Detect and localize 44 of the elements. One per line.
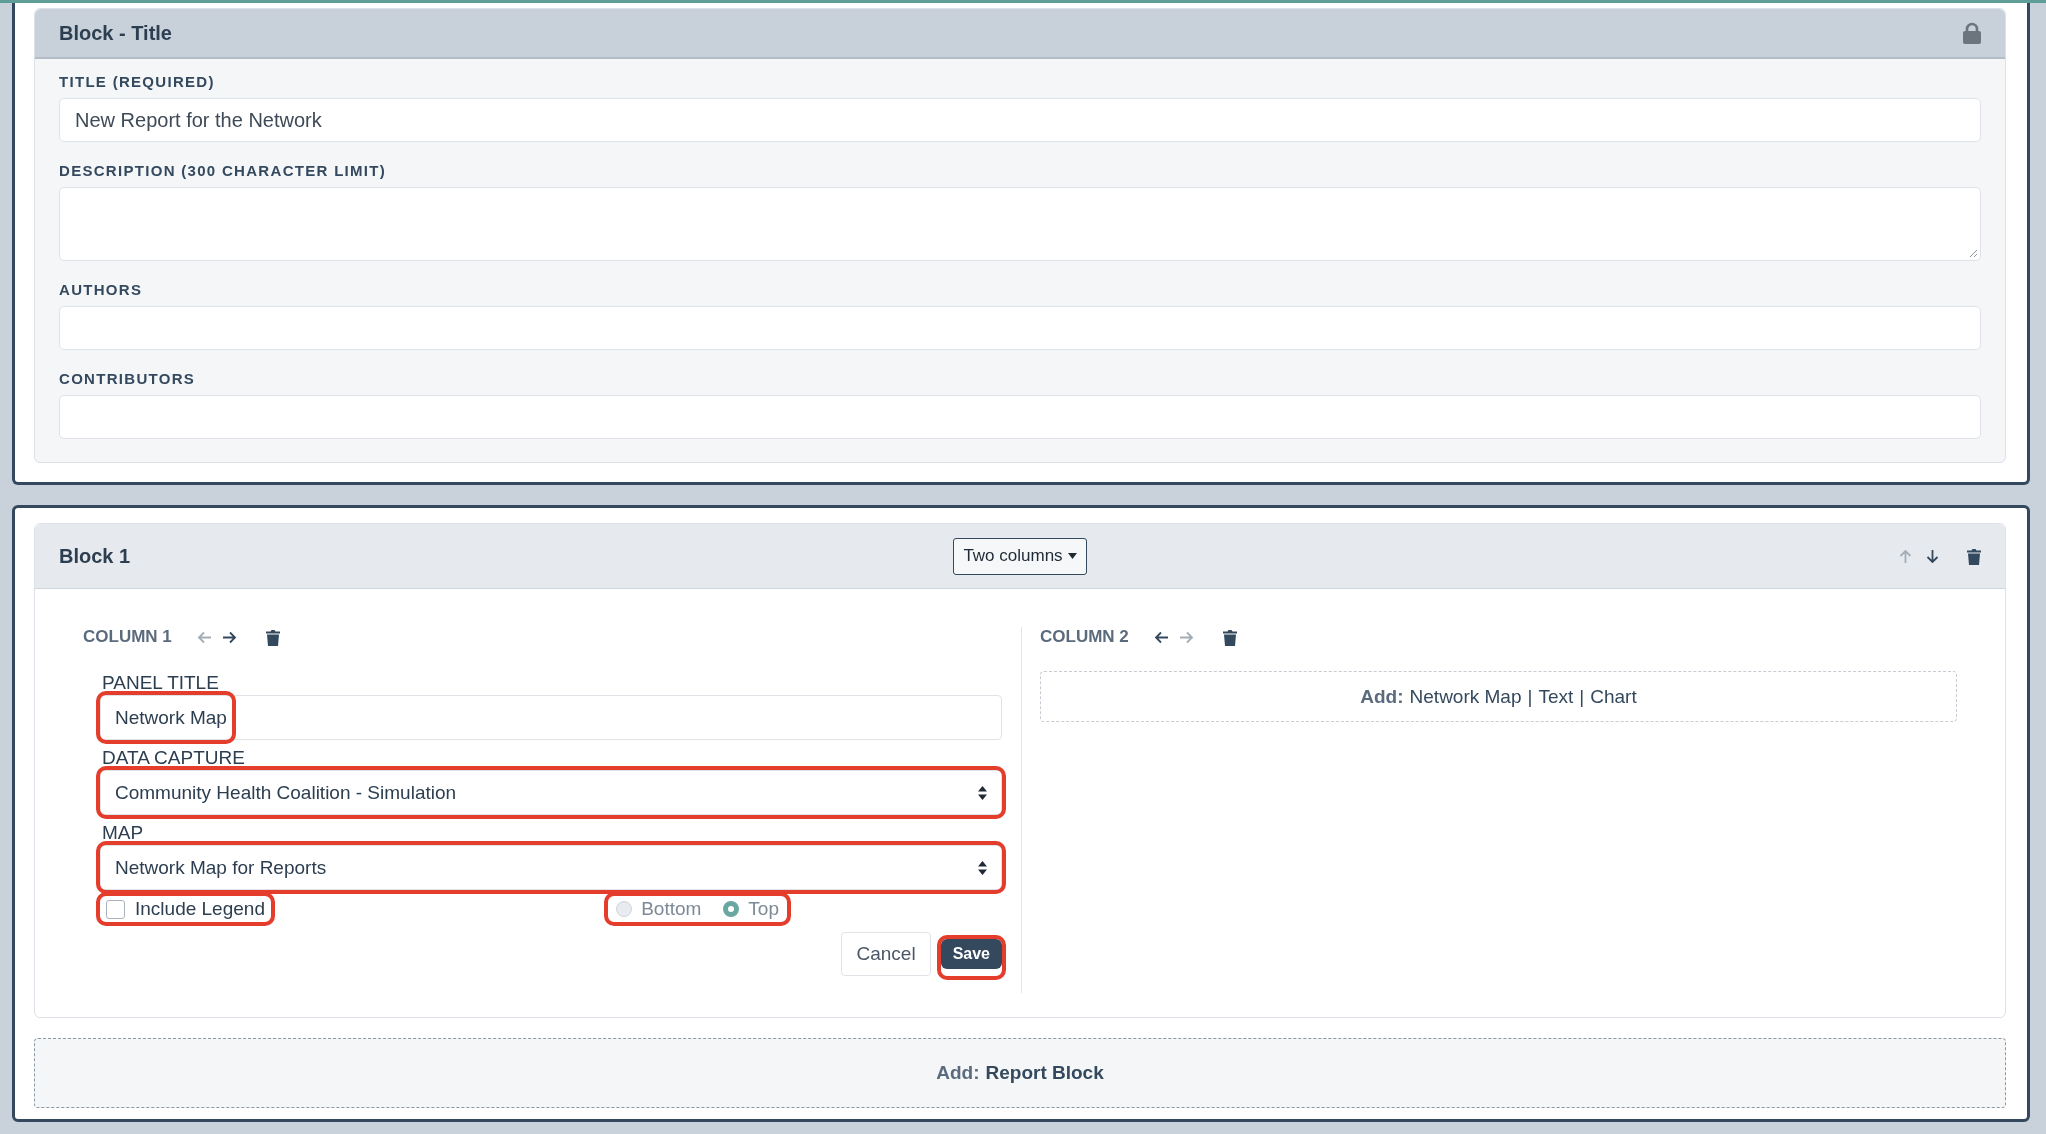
cancel-button[interactable]: Cancel — [841, 932, 931, 976]
field-label: DATA CAPTURE — [102, 746, 246, 770]
text-field[interactable]: Network Map — [100, 695, 1002, 740]
caret-icon — [1067, 553, 1077, 559]
column-heading: COLUMN 1 — [83, 627, 172, 647]
layout-dropdown[interactable]: Two columns — [953, 537, 1087, 575]
add-option-link[interactable]: Text — [1538, 685, 1574, 708]
block-title: Block 1 — [59, 544, 132, 568]
field-label: DESCRIPTION (300 CHARACTER LIMIT) — [59, 162, 388, 179]
field-label: MAP — [102, 821, 145, 845]
up-down-caret-icon — [978, 860, 987, 875]
select-field[interactable]: Network Map for Reports — [100, 845, 1002, 890]
checkbox-label: Include Legend — [135, 898, 265, 920]
add-label: Add: — [1360, 685, 1404, 708]
add-block-box[interactable]: Add: Report Block — [34, 1038, 2006, 1108]
trash-icon[interactable] — [265, 628, 280, 646]
add-label: Add: — [936, 1062, 980, 1084]
field-label: AUTHORS — [59, 281, 144, 298]
select-field[interactable]: Community Health Coalition - Simulation — [100, 770, 1002, 815]
radio-label: Top — [748, 898, 779, 920]
resize-grip-icon[interactable] — [1969, 249, 1978, 258]
radio-label: Bottom — [641, 898, 702, 920]
checkbox[interactable] — [106, 899, 125, 919]
up-down-caret-icon — [978, 785, 987, 800]
select-value: Community Health Coalition - Simulation — [115, 781, 457, 804]
trash-icon[interactable] — [1222, 628, 1237, 646]
field-label: CONTRIBUTORS — [59, 370, 197, 387]
arrow-down-icon[interactable] — [1924, 547, 1941, 565]
trash-icon[interactable] — [1967, 547, 1981, 565]
text-field[interactable] — [59, 306, 1981, 350]
field-label: TITLE (REQUIRED) — [59, 73, 216, 90]
separator: | — [1527, 685, 1533, 708]
text-field[interactable]: New Report for the Network — [59, 98, 1981, 142]
column-heading: COLUMN 2 — [1040, 627, 1129, 647]
add-option-link[interactable]: Chart — [1590, 685, 1637, 708]
block-title: Block - Title — [59, 21, 172, 45]
separator: | — [1579, 685, 1585, 708]
lock-icon — [1963, 22, 1981, 44]
add-block-link[interactable]: Report Block — [985, 1062, 1104, 1084]
field-label: PANEL TITLE — [102, 671, 220, 695]
select-value: Network Map for Reports — [115, 856, 327, 879]
text-field[interactable] — [59, 395, 1981, 439]
add-option-link[interactable]: Network Map — [1409, 685, 1522, 708]
save-button[interactable]: Save — [940, 939, 1002, 969]
